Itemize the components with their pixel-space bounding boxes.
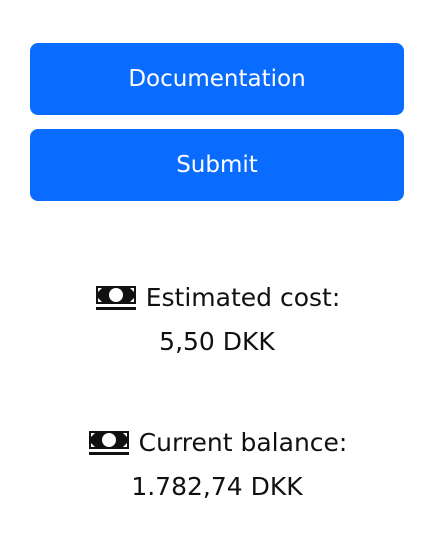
documentation-button[interactable]: Documentation <box>30 43 404 115</box>
estimated-cost-row: Estimated cost: <box>0 282 434 312</box>
money-icon <box>94 282 138 312</box>
estimated-cost-section: Estimated cost: 5,50 DKK <box>0 282 434 356</box>
estimated-cost-label: Estimated cost: <box>145 282 341 312</box>
current-balance-section: Current balance: 1.782,74 DKK <box>0 427 434 501</box>
money-icon <box>87 427 131 457</box>
estimated-cost-value: 5,50 DKK <box>159 326 275 356</box>
submit-button[interactable]: Submit <box>30 129 404 201</box>
current-balance-value: 1.782,74 DKK <box>131 471 303 501</box>
current-balance-label: Current balance: <box>138 427 348 457</box>
current-balance-row: Current balance: <box>0 427 434 457</box>
